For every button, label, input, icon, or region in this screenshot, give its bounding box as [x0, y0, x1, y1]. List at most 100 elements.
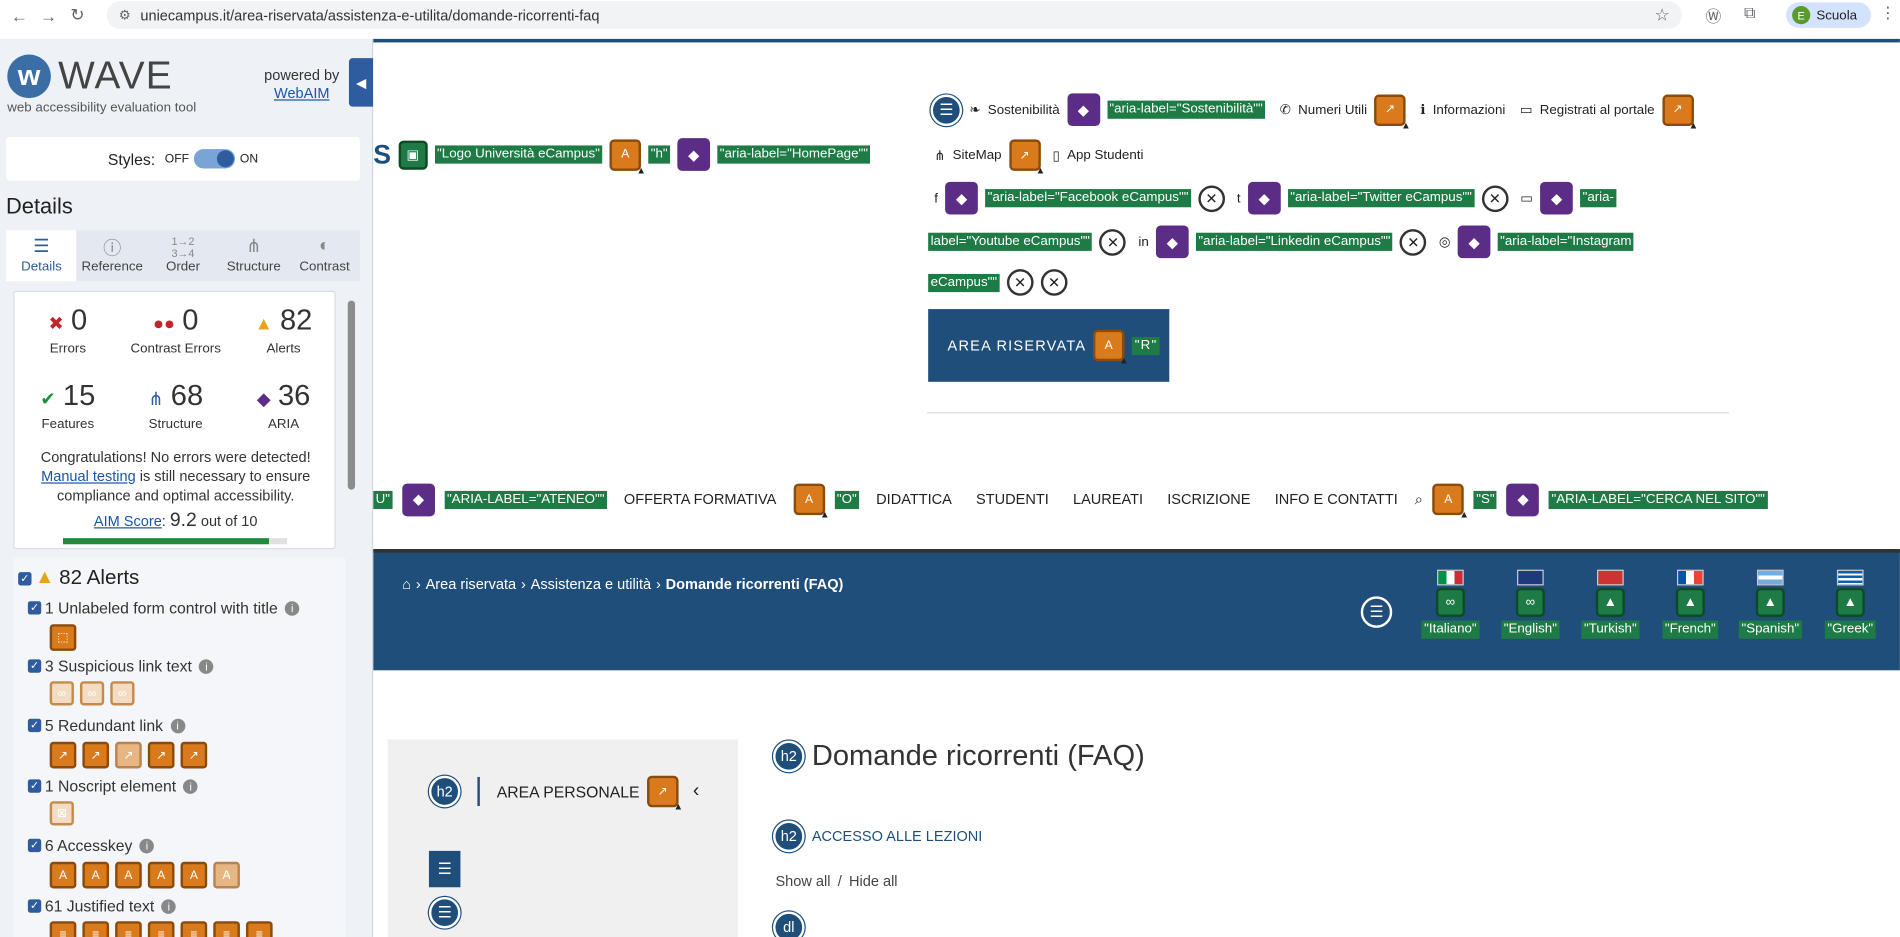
justified-text-icon[interactable]: ≡ — [115, 921, 142, 937]
manual-testing-link[interactable]: Manual testing — [41, 468, 136, 485]
wave-extension-icon[interactable]: Ⓦ — [1701, 4, 1725, 26]
aria-label-icon[interactable]: ◆ — [1247, 181, 1281, 215]
close-icon[interactable]: ✕ — [1006, 269, 1034, 296]
close-icon[interactable]: ✕ — [1198, 184, 1225, 212]
accesso-lezioni-link[interactable]: ACCESSO ALLE LEZIONI — [812, 828, 983, 845]
redundant-link-icon[interactable]: ↗ — [180, 741, 208, 769]
instagram-icon[interactable]: ◎ — [1439, 234, 1451, 250]
lang-french[interactable]: ▲ "French" — [1655, 569, 1725, 639]
accesskey-icon[interactable]: A — [49, 861, 77, 889]
aria-label-icon[interactable]: ◆ — [1506, 483, 1540, 516]
menu-laureati[interactable]: LAUREATI — [1073, 491, 1143, 508]
accesskey-icon[interactable]: A — [1432, 483, 1469, 520]
close-icon[interactable]: ✕ — [1481, 184, 1509, 212]
close-icon[interactable]: ✕ — [1099, 228, 1127, 256]
alert-checkbox[interactable]: ✓ — [27, 659, 42, 673]
noscript-icon[interactable]: ⊠ — [49, 801, 74, 826]
informazioni-link[interactable]: Informazioni — [1433, 102, 1506, 117]
suspicious-link-icon[interactable]: ∞ — [49, 681, 74, 706]
justified-text-icon[interactable]: ≡ — [180, 921, 208, 937]
back-icon[interactable]: ← — [5, 5, 34, 24]
tab-order[interactable]: 1→2 3→4 Order — [147, 230, 219, 282]
unlabeled-control-icon[interactable]: ⬚ — [49, 624, 77, 651]
redundant-link-icon[interactable]: ↗ — [49, 741, 77, 769]
youtube-icon[interactable]: ▭ — [1520, 190, 1533, 207]
justified-text-icon[interactable]: ≡ — [245, 921, 273, 937]
redundant-link-icon[interactable]: ↗ — [82, 741, 110, 769]
registrati-link[interactable]: Registrati al portale — [1540, 102, 1655, 117]
site-info-icon[interactable]: ⚙ — [119, 7, 131, 23]
justified-text-icon[interactable]: ≡ — [213, 921, 240, 937]
tab-contrast[interactable]: ◐ Contrast — [289, 230, 360, 282]
facebook-icon[interactable]: f — [934, 191, 938, 206]
aria-label-icon[interactable]: ◆ — [1066, 93, 1100, 127]
menu-iscrizione[interactable]: ISCRIZIONE — [1167, 491, 1250, 508]
info-icon[interactable]: i — [183, 778, 198, 794]
lang-turkish[interactable]: ▲ "Turkish" — [1575, 569, 1645, 639]
aria-label-icon[interactable]: ◆ — [402, 483, 435, 516]
home-icon[interactable]: ⌂ — [402, 576, 411, 593]
accesskey-icon[interactable]: A — [793, 483, 830, 520]
forward-icon[interactable]: → — [34, 5, 63, 24]
contrast-stat[interactable]: ●● 0 Contrast Errors — [121, 304, 230, 356]
errors-stat[interactable]: ✖ 0 Errors — [19, 304, 116, 356]
info-icon[interactable]: i — [284, 600, 300, 616]
accesskey-icon[interactable]: A — [180, 861, 208, 889]
menu-offerta-formativa[interactable]: OFFERTA FORMATIVA — [624, 491, 776, 508]
show-all-link[interactable]: Show all — [775, 873, 830, 890]
alerts-stat[interactable]: ▲ 82 Alerts — [235, 304, 332, 356]
lang-greek[interactable]: ▲ "Greek" — [1815, 569, 1885, 639]
search-icon[interactable]: ⌕ — [1415, 490, 1423, 508]
aria-label-icon[interactable]: ◆ — [677, 138, 711, 171]
menu-dots-icon[interactable]: ⋮ — [1876, 4, 1900, 26]
aria-stat[interactable]: ◆ 36 ARIA — [235, 379, 332, 431]
chevron-left-icon[interactable]: ‹ — [693, 781, 699, 803]
accesskey-icon[interactable]: A — [82, 861, 110, 889]
accesskey-icon[interactable]: A — [609, 138, 646, 175]
info-icon[interactable]: i — [139, 838, 155, 853]
accesskey-icon[interactable]: A — [115, 861, 142, 889]
lang-italiano[interactable]: ∞ "Italiano" — [1415, 569, 1485, 639]
alert-checkbox[interactable]: ✓ — [27, 601, 42, 615]
redundant-link-icon[interactable]: ↗ — [147, 741, 175, 769]
app-studenti-link[interactable]: App Studenti — [1067, 148, 1143, 163]
list-structure-icon[interactable]: ☰ — [1360, 596, 1393, 628]
redundant-link-icon[interactable]: ↗ — [1661, 93, 1698, 130]
redundant-link-icon[interactable]: ↗ — [115, 741, 142, 769]
justified-text-icon[interactable]: ≡ — [147, 921, 175, 937]
alert-checkbox[interactable]: ✓ — [27, 718, 42, 733]
breadcrumb-assistenza[interactable]: Assistenza e utilità — [531, 576, 651, 593]
accesskey-icon[interactable]: A — [213, 861, 240, 889]
lang-spanish[interactable]: ▲ "Spanish" — [1735, 569, 1805, 639]
menu-info-contatti[interactable]: INFO E CONTATTI — [1275, 491, 1398, 508]
redundant-link-icon[interactable]: ↗ — [1008, 139, 1045, 176]
alert-checkbox[interactable]: ✓ — [27, 838, 42, 853]
alerts-checkbox[interactable]: ✓ — [18, 571, 32, 585]
info-icon[interactable]: i — [170, 718, 185, 733]
hide-all-link[interactable]: Hide all — [849, 873, 898, 890]
logo-image-icon[interactable]: ▣ — [398, 139, 428, 170]
breadcrumb-area-riservata[interactable]: Area riservata — [426, 576, 517, 593]
features-stat[interactable]: ✔ 15 Features — [19, 379, 116, 431]
justified-text-icon[interactable]: ≡ — [82, 921, 110, 937]
sitemap-link[interactable]: SiteMap — [953, 148, 1002, 163]
menu-didattica[interactable]: DIDATTICA — [876, 491, 952, 508]
aim-score-link[interactable]: AIM Score — [94, 513, 162, 530]
reload-icon[interactable]: ↻ — [63, 5, 92, 26]
list-structure-icon[interactable]: ☰ — [930, 93, 963, 126]
structure-stat[interactable]: ⋔ 68 Structure — [127, 379, 224, 431]
redundant-link-icon[interactable]: ↗ — [646, 775, 683, 812]
styles-toggle[interactable] — [193, 149, 236, 169]
accesskey-icon[interactable]: A — [1093, 329, 1130, 366]
aria-label-icon[interactable]: ◆ — [1457, 225, 1491, 259]
aria-label-icon[interactable]: ◆ — [1156, 225, 1189, 259]
suspicious-link-icon[interactable]: ∞ — [79, 681, 105, 706]
tab-structure[interactable]: ⋔ Structure — [218, 230, 290, 282]
aria-label-icon[interactable]: ◆ — [1540, 181, 1573, 215]
list-structure-icon[interactable]: ☰ — [428, 896, 461, 929]
collapse-panel-button[interactable]: ◀ — [348, 58, 374, 107]
area-riservata-button[interactable]: AREA RISERVATA A "R" — [928, 309, 1170, 382]
lang-english[interactable]: ∞ "English" — [1495, 569, 1565, 639]
linkedin-icon[interactable]: in — [1138, 235, 1148, 250]
profile-chip[interactable]: E Scuola — [1786, 2, 1871, 28]
